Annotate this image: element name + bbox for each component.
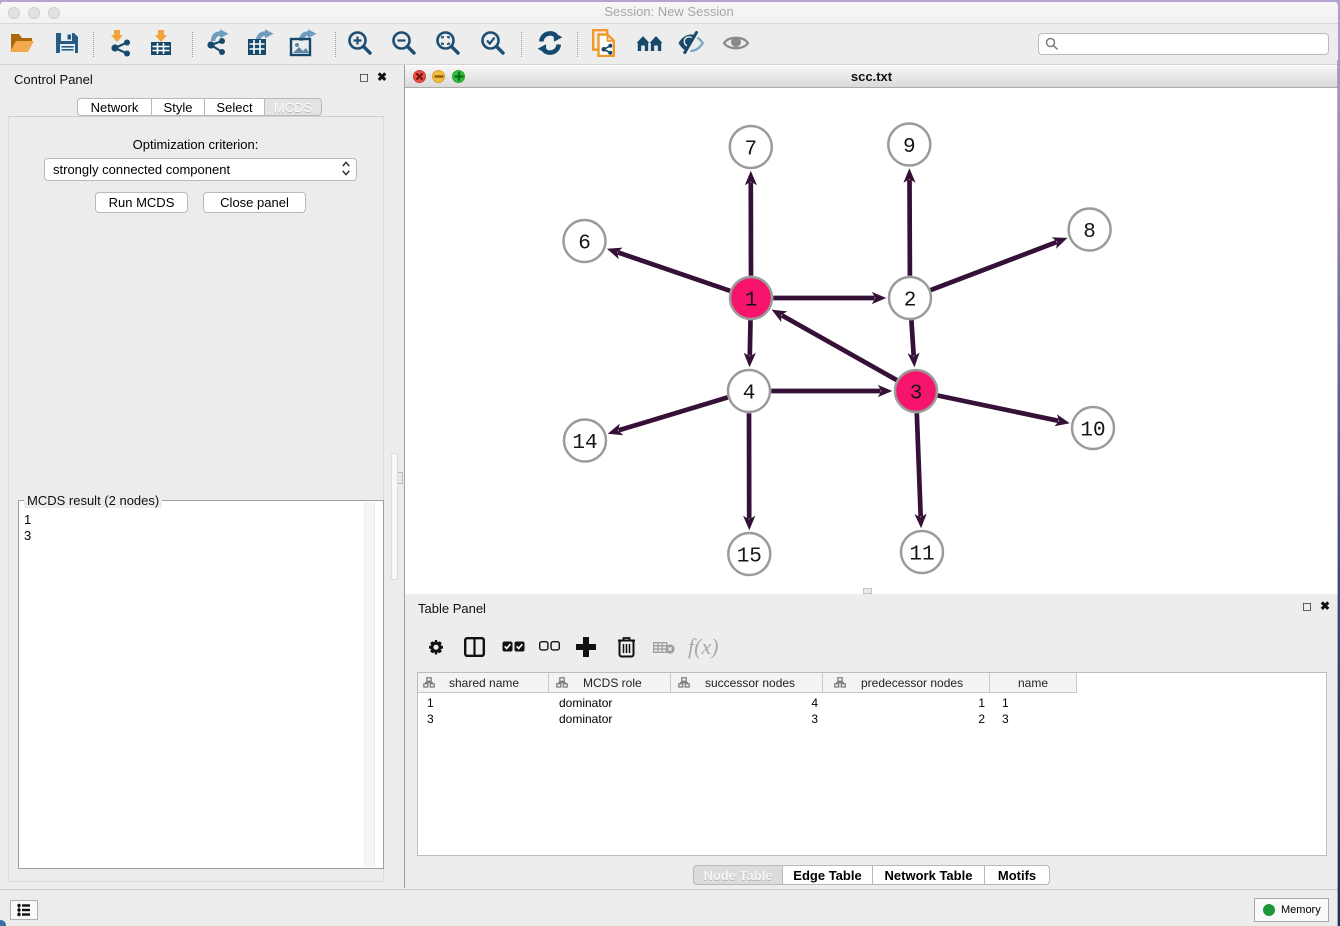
svg-text:11: 11 [909,544,934,567]
svg-text:15: 15 [737,546,762,569]
svg-text:4: 4 [743,383,756,406]
svg-text:3: 3 [910,383,923,406]
svg-text:8: 8 [1083,221,1096,244]
svg-text:6: 6 [578,233,591,256]
svg-text:14: 14 [572,432,597,455]
svg-text:2: 2 [904,290,917,313]
svg-text:9: 9 [903,136,916,159]
svg-text:7: 7 [744,139,757,162]
svg-text:10: 10 [1080,420,1105,443]
svg-text:1: 1 [745,290,758,313]
